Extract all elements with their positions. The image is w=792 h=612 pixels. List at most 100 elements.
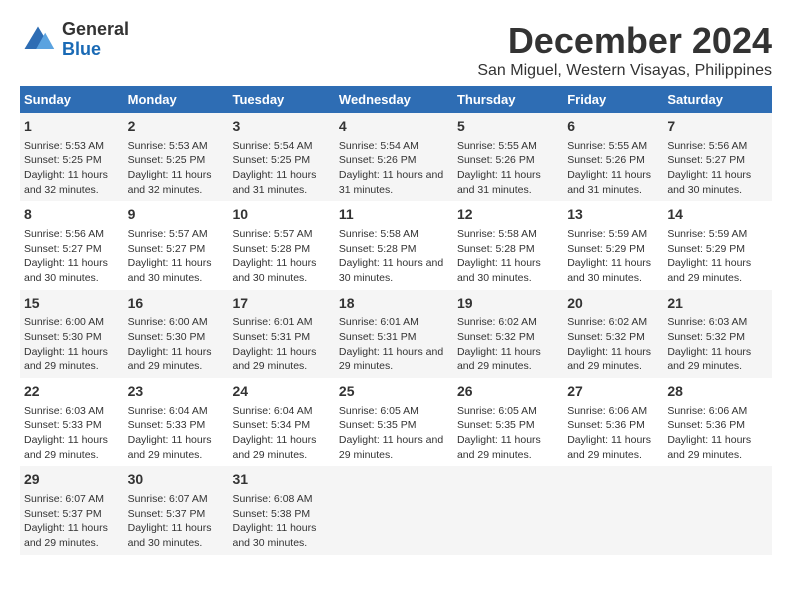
day-info: Sunrise: 6:01 AM Sunset: 5:31 PM Dayligh… (233, 315, 331, 374)
header-cell-thursday: Thursday (453, 86, 563, 113)
day-info: Sunrise: 6:00 AM Sunset: 5:30 PM Dayligh… (128, 315, 225, 374)
day-number: 31 (233, 470, 331, 490)
day-info: Sunrise: 6:03 AM Sunset: 5:33 PM Dayligh… (24, 404, 120, 463)
day-info: Sunrise: 6:06 AM Sunset: 5:36 PM Dayligh… (667, 404, 768, 463)
calendar-cell (335, 466, 453, 554)
day-number: 20 (567, 294, 659, 314)
logo-icon (20, 22, 56, 58)
calendar-cell: 17Sunrise: 6:01 AM Sunset: 5:31 PM Dayli… (229, 290, 335, 378)
calendar-cell (563, 466, 663, 554)
calendar-cell: 4Sunrise: 5:54 AM Sunset: 5:26 PM Daylig… (335, 113, 453, 201)
day-info: Sunrise: 6:05 AM Sunset: 5:35 PM Dayligh… (457, 404, 559, 463)
day-info: Sunrise: 6:01 AM Sunset: 5:31 PM Dayligh… (339, 315, 449, 374)
day-number: 17 (233, 294, 331, 314)
day-number: 7 (667, 117, 768, 137)
calendar-cell: 29Sunrise: 6:07 AM Sunset: 5:37 PM Dayli… (20, 466, 124, 554)
header-cell-monday: Monday (124, 86, 229, 113)
calendar-cell: 1Sunrise: 5:53 AM Sunset: 5:25 PM Daylig… (20, 113, 124, 201)
calendar-cell: 10Sunrise: 5:57 AM Sunset: 5:28 PM Dayli… (229, 201, 335, 289)
day-info: Sunrise: 5:58 AM Sunset: 5:28 PM Dayligh… (339, 227, 449, 286)
day-number: 14 (667, 205, 768, 225)
header: General Blue December 2024 San Miguel, W… (20, 20, 772, 80)
calendar-cell: 27Sunrise: 6:06 AM Sunset: 5:36 PM Dayli… (563, 378, 663, 466)
day-info: Sunrise: 6:02 AM Sunset: 5:32 PM Dayligh… (567, 315, 659, 374)
logo: General Blue (20, 20, 129, 60)
calendar-cell (663, 466, 772, 554)
calendar-cell: 22Sunrise: 6:03 AM Sunset: 5:33 PM Dayli… (20, 378, 124, 466)
day-number: 15 (24, 294, 120, 314)
day-number: 13 (567, 205, 659, 225)
calendar-cell: 11Sunrise: 5:58 AM Sunset: 5:28 PM Dayli… (335, 201, 453, 289)
calendar-cell (453, 466, 563, 554)
calendar-cell: 14Sunrise: 5:59 AM Sunset: 5:29 PM Dayli… (663, 201, 772, 289)
day-info: Sunrise: 5:54 AM Sunset: 5:25 PM Dayligh… (233, 139, 331, 198)
calendar-cell: 7Sunrise: 5:56 AM Sunset: 5:27 PM Daylig… (663, 113, 772, 201)
calendar-cell: 9Sunrise: 5:57 AM Sunset: 5:27 PM Daylig… (124, 201, 229, 289)
week-row-4: 22Sunrise: 6:03 AM Sunset: 5:33 PM Dayli… (20, 378, 772, 466)
calendar-cell: 6Sunrise: 5:55 AM Sunset: 5:26 PM Daylig… (563, 113, 663, 201)
calendar-cell: 15Sunrise: 6:00 AM Sunset: 5:30 PM Dayli… (20, 290, 124, 378)
day-info: Sunrise: 5:54 AM Sunset: 5:26 PM Dayligh… (339, 139, 449, 198)
day-number: 21 (667, 294, 768, 314)
calendar-cell: 12Sunrise: 5:58 AM Sunset: 5:28 PM Dayli… (453, 201, 563, 289)
week-row-2: 8Sunrise: 5:56 AM Sunset: 5:27 PM Daylig… (20, 201, 772, 289)
day-info: Sunrise: 5:55 AM Sunset: 5:26 PM Dayligh… (567, 139, 659, 198)
day-number: 9 (128, 205, 225, 225)
calendar-cell: 21Sunrise: 6:03 AM Sunset: 5:32 PM Dayli… (663, 290, 772, 378)
day-info: Sunrise: 5:56 AM Sunset: 5:27 PM Dayligh… (24, 227, 120, 286)
day-info: Sunrise: 5:53 AM Sunset: 5:25 PM Dayligh… (128, 139, 225, 198)
week-row-1: 1Sunrise: 5:53 AM Sunset: 5:25 PM Daylig… (20, 113, 772, 201)
day-info: Sunrise: 5:55 AM Sunset: 5:26 PM Dayligh… (457, 139, 559, 198)
calendar-cell: 2Sunrise: 5:53 AM Sunset: 5:25 PM Daylig… (124, 113, 229, 201)
day-info: Sunrise: 6:07 AM Sunset: 5:37 PM Dayligh… (24, 492, 120, 551)
subtitle: San Miguel, Western Visayas, Philippines (477, 62, 772, 80)
day-info: Sunrise: 5:58 AM Sunset: 5:28 PM Dayligh… (457, 227, 559, 286)
day-number: 30 (128, 470, 225, 490)
header-cell-wednesday: Wednesday (335, 86, 453, 113)
day-number: 11 (339, 205, 449, 225)
day-number: 12 (457, 205, 559, 225)
calendar-cell: 25Sunrise: 6:05 AM Sunset: 5:35 PM Dayli… (335, 378, 453, 466)
day-info: Sunrise: 5:59 AM Sunset: 5:29 PM Dayligh… (667, 227, 768, 286)
calendar-cell: 20Sunrise: 6:02 AM Sunset: 5:32 PM Dayli… (563, 290, 663, 378)
week-row-3: 15Sunrise: 6:00 AM Sunset: 5:30 PM Dayli… (20, 290, 772, 378)
day-number: 10 (233, 205, 331, 225)
day-number: 29 (24, 470, 120, 490)
calendar-cell: 3Sunrise: 5:54 AM Sunset: 5:25 PM Daylig… (229, 113, 335, 201)
day-info: Sunrise: 6:00 AM Sunset: 5:30 PM Dayligh… (24, 315, 120, 374)
day-info: Sunrise: 5:59 AM Sunset: 5:29 PM Dayligh… (567, 227, 659, 286)
day-number: 27 (567, 382, 659, 402)
calendar-cell: 24Sunrise: 6:04 AM Sunset: 5:34 PM Dayli… (229, 378, 335, 466)
calendar-cell: 26Sunrise: 6:05 AM Sunset: 5:35 PM Dayli… (453, 378, 563, 466)
calendar-table: SundayMondayTuesdayWednesdayThursdayFrid… (20, 86, 772, 555)
day-number: 23 (128, 382, 225, 402)
header-cell-friday: Friday (563, 86, 663, 113)
day-number: 25 (339, 382, 449, 402)
day-info: Sunrise: 6:04 AM Sunset: 5:34 PM Dayligh… (233, 404, 331, 463)
day-info: Sunrise: 6:07 AM Sunset: 5:37 PM Dayligh… (128, 492, 225, 551)
header-cell-tuesday: Tuesday (229, 86, 335, 113)
day-info: Sunrise: 5:53 AM Sunset: 5:25 PM Dayligh… (24, 139, 120, 198)
calendar-cell: 28Sunrise: 6:06 AM Sunset: 5:36 PM Dayli… (663, 378, 772, 466)
header-row: SundayMondayTuesdayWednesdayThursdayFrid… (20, 86, 772, 113)
header-cell-sunday: Sunday (20, 86, 124, 113)
main-title: December 2024 (477, 20, 772, 62)
header-cell-saturday: Saturday (663, 86, 772, 113)
day-info: Sunrise: 6:06 AM Sunset: 5:36 PM Dayligh… (567, 404, 659, 463)
day-number: 19 (457, 294, 559, 314)
day-number: 3 (233, 117, 331, 137)
day-info: Sunrise: 5:57 AM Sunset: 5:27 PM Dayligh… (128, 227, 225, 286)
day-number: 8 (24, 205, 120, 225)
calendar-cell: 23Sunrise: 6:04 AM Sunset: 5:33 PM Dayli… (124, 378, 229, 466)
calendar-cell: 16Sunrise: 6:00 AM Sunset: 5:30 PM Dayli… (124, 290, 229, 378)
calendar-cell: 31Sunrise: 6:08 AM Sunset: 5:38 PM Dayli… (229, 466, 335, 554)
calendar-cell: 5Sunrise: 5:55 AM Sunset: 5:26 PM Daylig… (453, 113, 563, 201)
logo-text: General Blue (62, 20, 129, 60)
calendar-cell: 13Sunrise: 5:59 AM Sunset: 5:29 PM Dayli… (563, 201, 663, 289)
day-number: 2 (128, 117, 225, 137)
calendar-cell: 8Sunrise: 5:56 AM Sunset: 5:27 PM Daylig… (20, 201, 124, 289)
calendar-cell: 18Sunrise: 6:01 AM Sunset: 5:31 PM Dayli… (335, 290, 453, 378)
day-info: Sunrise: 6:04 AM Sunset: 5:33 PM Dayligh… (128, 404, 225, 463)
day-info: Sunrise: 6:02 AM Sunset: 5:32 PM Dayligh… (457, 315, 559, 374)
day-number: 16 (128, 294, 225, 314)
